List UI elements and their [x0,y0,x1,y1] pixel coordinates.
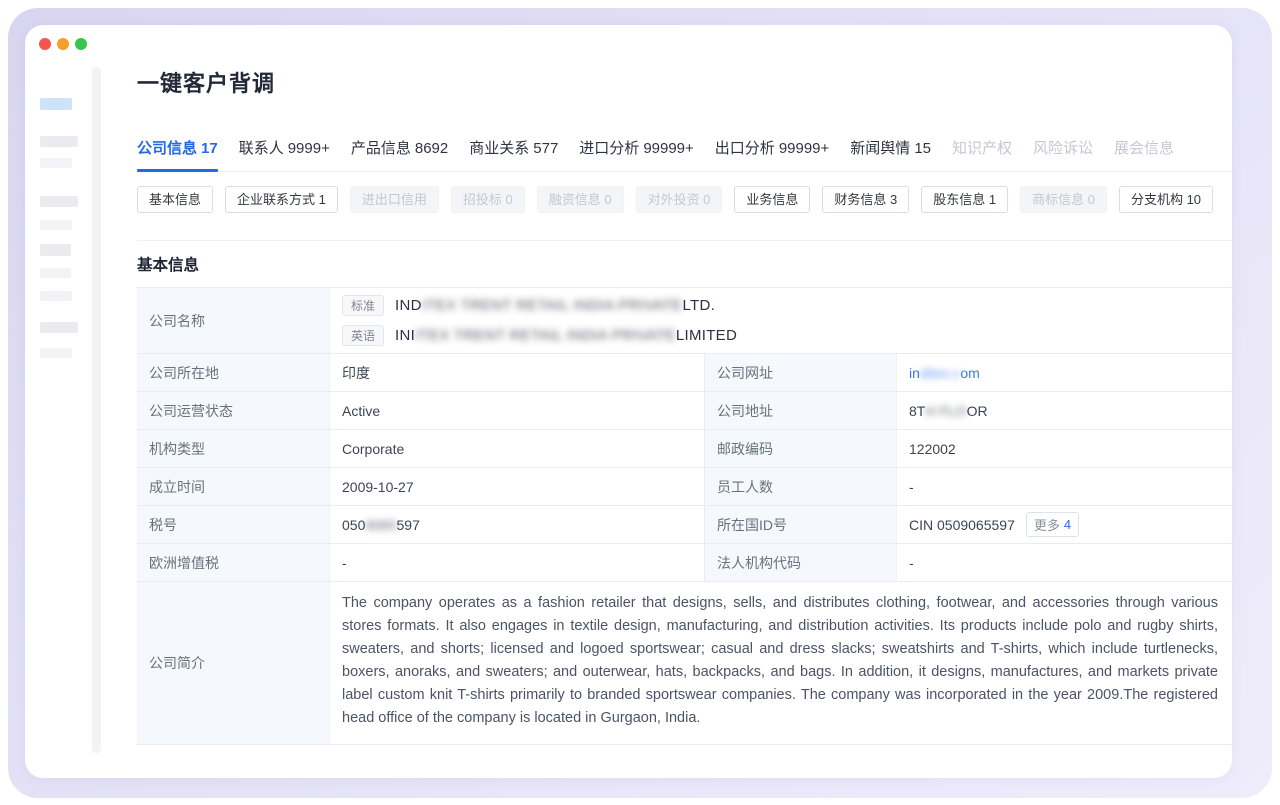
chip-business-info[interactable]: 业务信息 [734,186,810,213]
tab-news[interactable]: 新闻舆情15 [850,137,931,171]
field-label: 机构类型 [137,430,330,467]
company-name-standard: 标准 INDITEX TRENT RETAIL INDIA PRIVATE LT… [342,295,715,316]
redacted-text: ITEX TRENT RETAIL INDIA PRIVATE [422,297,683,314]
field-label: 税号 [137,506,330,543]
redacted-text: 9065 [365,517,396,533]
tab-import-analysis[interactable]: 进口分析99999+ [579,137,694,171]
website-link[interactable]: inditex.com [909,365,980,381]
sidebar-item-placeholder [40,158,72,168]
page-title: 一键客户背调 [137,66,1232,98]
chip-shareholder-info[interactable]: 股东信息 1 [921,186,1008,213]
maximize-window-icon[interactable] [75,38,87,50]
section-divider [137,240,1232,241]
company-profile-text: The company operates as a fashion retail… [342,592,1218,730]
field-label: 公司地址 [704,392,897,429]
redacted-text: ditex.c [920,365,960,381]
field-value-website: inditex.com [897,354,1232,391]
window-controls [39,38,87,50]
tab-company-info[interactable]: 公司信息17 [137,137,218,171]
chip-trademark-info: 商标信息 0 [1020,186,1107,213]
chip-import-export-credit: 进出口信用 [350,186,439,213]
standard-badge: 标准 [342,295,384,316]
sidebar-item-placeholder [40,220,72,230]
basic-info-table: 公司名称 标准 INDITEX TRENT RETAIL INDIA PRIVA… [137,287,1232,745]
field-value-status: Active [330,392,704,429]
section-title-basic-info: 基本信息 [137,253,1232,275]
field-value-employees: - [897,468,1232,505]
field-value-org-type: Corporate [330,430,704,467]
field-label: 公司网址 [704,354,897,391]
table-row: 成立时间 2009-10-27 员工人数 - [137,468,1232,506]
chip-contact-methods[interactable]: 企业联系方式 1 [225,186,338,213]
company-name-values: 标准 INDITEX TRENT RETAIL INDIA PRIVATE LT… [330,288,1232,353]
field-label: 员工人数 [704,468,897,505]
chip-outbound-investment: 对外投资 0 [636,186,723,213]
field-label: 公司所在地 [137,354,330,391]
sidebar-item-active-placeholder [40,98,72,110]
field-value-founded: 2009-10-27 [330,468,704,505]
sidebar-item-placeholder [40,136,78,147]
subtab-chip-bar: 基本信息 企业联系方式 1 进出口信用 招投标 0 融资信息 0 对外投资 0 … [137,186,1232,213]
field-value-lei: - [897,544,1232,581]
chip-branch-offices[interactable]: 分支机构 10 [1119,186,1213,213]
field-value-tax-no: 0509065597 [330,506,704,543]
table-row: 公司运营状态 Active 公司地址 8TH FLOOR [137,392,1232,430]
english-badge: 英语 [342,325,384,346]
tab-intellectual-property: 知识产权 [952,137,1012,171]
tab-exhibition-info: 展会信息 [1114,137,1174,171]
tab-business-relations[interactable]: 商业关系577 [469,137,558,171]
main-content: 一键客户背调 公司信息17 联系人9999+ 产品信息8692 商业关系577 … [137,25,1232,745]
field-label: 公司运营状态 [137,392,330,429]
chip-basic-info[interactable]: 基本信息 [137,186,213,213]
tab-bar: 公司信息17 联系人9999+ 产品信息8692 商业关系577 进口分析999… [137,137,1232,172]
table-row: 机构类型 Corporate 邮政编码 122002 [137,430,1232,468]
table-row-company-name: 公司名称 标准 INDITEX TRENT RETAIL INDIA PRIVA… [137,288,1232,354]
sidebar-item-placeholder [40,291,72,301]
sidebar-item-placeholder [40,196,78,207]
chip-bidding: 招投标 0 [451,186,525,213]
field-label: 邮政编码 [704,430,897,467]
field-label: 欧洲增值税 [137,544,330,581]
table-row: 公司所在地 印度 公司网址 inditex.com [137,354,1232,392]
tab-risk-litigation: 风险诉讼 [1033,137,1093,171]
table-row: 税号 0509065597 所在国ID号 CIN 0509065597 更多4 [137,506,1232,544]
field-value-address: 8TH FLOOR [897,392,1232,429]
tab-export-analysis[interactable]: 出口分析99999+ [715,137,830,171]
tab-contacts[interactable]: 联系人9999+ [239,137,330,171]
sidebar-divider [92,67,101,753]
field-value-eu-vat: - [330,544,704,581]
minimize-window-icon[interactable] [57,38,69,50]
sidebar-item-placeholder [40,348,72,358]
field-label: 公司名称 [137,288,330,353]
redacted-text: ITEX TRENT RETAIL INDIA PRIVATE [415,327,676,344]
chip-financing-info: 融资信息 0 [537,186,624,213]
redacted-text: H FLO [925,403,966,419]
more-ids-button[interactable]: 更多4 [1026,512,1079,537]
field-label: 成立时间 [137,468,330,505]
sidebar-item-placeholder [40,268,71,278]
field-label: 公司简介 [137,582,330,744]
tab-products[interactable]: 产品信息8692 [351,137,448,171]
sidebar-item-placeholder [40,322,78,333]
close-window-icon[interactable] [39,38,51,50]
chip-financial-info[interactable]: 财务信息 3 [822,186,909,213]
field-value-postcode: 122002 [897,430,1232,467]
field-label: 法人机构代码 [704,544,897,581]
sidebar-item-placeholder [40,244,71,256]
field-value-profile: The company operates as a fashion retail… [330,582,1232,744]
table-row-company-profile: 公司简介 The company operates as a fashion r… [137,582,1232,745]
field-value-location: 印度 [330,354,704,391]
table-row: 欧洲增值税 - 法人机构代码 - [137,544,1232,582]
field-value-country-id: CIN 0509065597 更多4 [897,506,1232,543]
company-name-english: 英语 INIITEX TRENT RETAIL INDIA PRIVATE LI… [342,325,737,346]
field-label: 所在国ID号 [704,506,897,543]
browser-window: 一键客户背调 公司信息17 联系人9999+ 产品信息8692 商业关系577 … [25,25,1232,778]
